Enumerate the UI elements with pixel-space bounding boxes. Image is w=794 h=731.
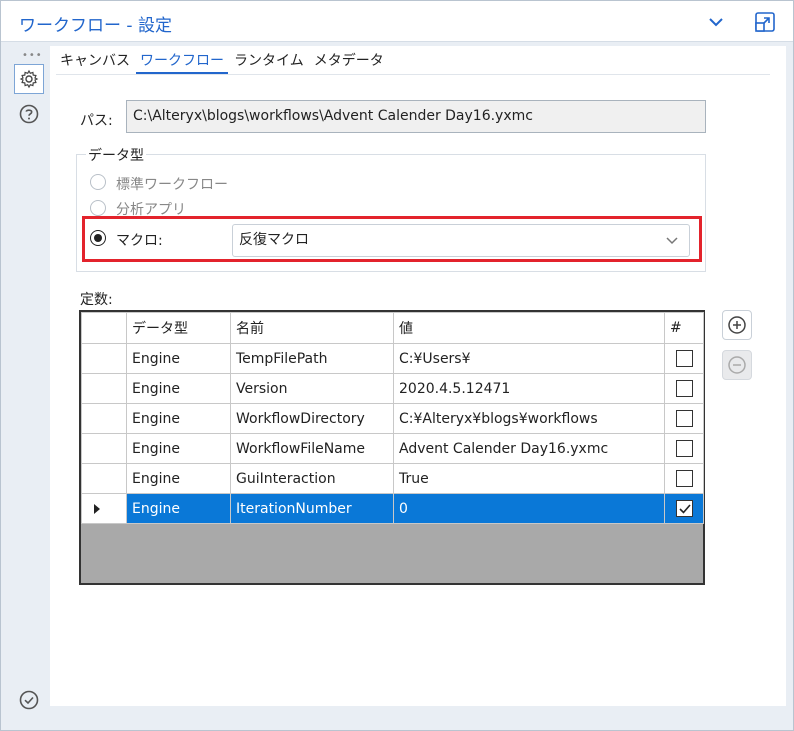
cell-data-type[interactable]: Engine: [126, 493, 231, 524]
row-header[interactable]: [81, 433, 127, 464]
tab-workflow[interactable]: ワークフロー: [136, 50, 228, 74]
row-header-corner: [81, 312, 127, 344]
window-title: ワークフロー - 設定: [19, 16, 172, 36]
tab-runtime[interactable]: ランタイム: [230, 50, 308, 74]
table-header-row: データ型 名前 値 #: [81, 312, 704, 344]
row-header[interactable]: [81, 373, 127, 404]
number-checkbox[interactable]: [675, 380, 693, 397]
column-header-value[interactable]: 値: [393, 312, 665, 344]
undock-icon[interactable]: [753, 10, 777, 34]
cell-value[interactable]: 2020.4.5.12471: [393, 373, 665, 404]
radio-standard-workflow[interactable]: [90, 174, 106, 190]
row-header[interactable]: [81, 343, 127, 374]
row-header[interactable]: [81, 403, 127, 434]
rail-grip: •••: [22, 50, 43, 61]
table-row[interactable]: Engine WorkflowDirectory C:¥Alteryx¥blog…: [81, 403, 704, 434]
cell-data-type[interactable]: Engine: [126, 343, 231, 374]
table-row[interactable]: Engine GuiInteraction True: [81, 463, 704, 494]
constants-label: 定数:: [80, 292, 113, 308]
row-header[interactable]: [81, 493, 127, 524]
plus-circle-icon: [728, 316, 746, 334]
radio-macro[interactable]: [90, 230, 106, 246]
cell-name[interactable]: TempFilePath: [230, 343, 394, 374]
minus-circle-icon: [728, 356, 746, 374]
constants-grid: データ型 名前 値 # Engine TempFilePath C:¥Users…: [79, 310, 705, 585]
tab-metadata[interactable]: メタデータ: [310, 50, 388, 74]
cell-name[interactable]: Version: [230, 373, 394, 404]
number-checkbox[interactable]: [675, 470, 693, 487]
cell-data-type[interactable]: Engine: [126, 373, 231, 404]
cell-number[interactable]: [664, 343, 704, 374]
cell-number[interactable]: [664, 463, 704, 494]
row-header[interactable]: [81, 463, 127, 494]
settings-button[interactable]: [14, 64, 44, 94]
help-icon[interactable]: [18, 103, 40, 125]
column-header-name[interactable]: 名前: [230, 312, 394, 344]
cell-name[interactable]: IterationNumber: [230, 493, 394, 524]
cell-name[interactable]: GuiInteraction: [230, 463, 394, 494]
cell-number[interactable]: [664, 373, 704, 404]
cell-number[interactable]: [664, 403, 704, 434]
table-row[interactable]: Engine WorkflowFileName Advent Calender …: [81, 433, 704, 464]
table-row[interactable]: Engine TempFilePath C:¥Users¥: [81, 343, 704, 374]
cell-name[interactable]: WorkflowFileName: [230, 433, 394, 464]
cell-value[interactable]: Advent Calender Day16.yxmc: [393, 433, 665, 464]
check-circle-icon[interactable]: [18, 689, 40, 711]
cell-data-type[interactable]: Engine: [126, 463, 231, 494]
tab-canvas[interactable]: キャンバス: [56, 50, 134, 74]
gear-icon: [19, 69, 39, 89]
data-type-label: データ型: [86, 145, 146, 165]
number-checkbox[interactable]: [675, 410, 693, 427]
number-checkbox[interactable]: [675, 500, 693, 517]
table-row[interactable]: Engine Version 2020.4.5.12471: [81, 373, 704, 404]
cell-number[interactable]: [664, 433, 704, 464]
cell-data-type[interactable]: Engine: [126, 433, 231, 464]
path-field[interactable]: C:\Alteryx\blogs\workflows\Advent Calend…: [126, 100, 706, 133]
checkmark-icon: [678, 504, 691, 514]
add-constant-button[interactable]: [722, 310, 752, 340]
cell-value[interactable]: 0: [393, 493, 665, 524]
tab-divider: [56, 74, 770, 75]
cell-number[interactable]: [664, 493, 704, 524]
radio-macro-label: マクロ:: [116, 233, 163, 249]
cell-value[interactable]: C:¥Alteryx¥blogs¥workflows: [393, 403, 665, 434]
remove-constant-button[interactable]: [722, 350, 752, 380]
number-checkbox[interactable]: [675, 440, 693, 457]
chevron-down-icon: [666, 237, 678, 245]
table-row-selected[interactable]: Engine IterationNumber 0: [81, 493, 704, 524]
current-row-arrow-icon: [94, 504, 100, 514]
path-label: パス:: [80, 113, 113, 129]
cell-value[interactable]: C:¥Users¥: [393, 343, 665, 374]
macro-type-select[interactable]: 反復マクロ: [232, 224, 690, 257]
macro-type-value: 反復マクロ: [239, 232, 309, 248]
title-bar: ワークフロー - 設定: [1, 1, 793, 42]
column-header-number[interactable]: #: [664, 312, 704, 344]
cell-value[interactable]: True: [393, 463, 665, 494]
column-header-data-type[interactable]: データ型: [126, 312, 231, 344]
cell-name[interactable]: WorkflowDirectory: [230, 403, 394, 434]
constants-table: データ型 名前 値 # Engine TempFilePath C:¥Users…: [81, 312, 704, 524]
radio-standard-workflow-label: 標準ワークフロー: [116, 177, 228, 193]
number-checkbox[interactable]: [675, 350, 693, 367]
cell-data-type[interactable]: Engine: [126, 403, 231, 434]
tab-bar: キャンバス ワークフロー ランタイム メタデータ: [56, 50, 390, 74]
radio-analytic-app[interactable]: [90, 200, 106, 216]
chevron-down-icon[interactable]: [707, 13, 725, 31]
